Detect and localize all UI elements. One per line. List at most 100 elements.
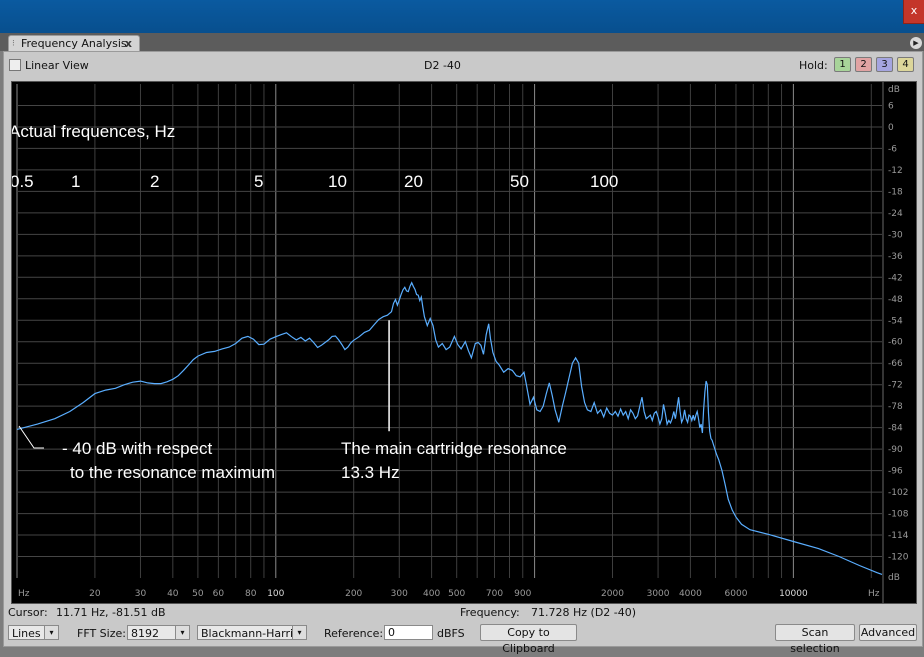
- cursor-value: 11.71 Hz, -81.51 dB: [56, 606, 166, 619]
- window-close-button[interactable]: x: [903, 0, 924, 24]
- linear-view-checkbox[interactable]: [9, 59, 21, 71]
- x-tick-label: 4000: [679, 589, 702, 599]
- y-tick-label: -6: [888, 144, 897, 154]
- y-tick-label: 0: [888, 123, 894, 133]
- panel-tabstrip: ⁝ Frequency Analysis x: [0, 33, 924, 52]
- right-note-line2: 13.3 Hz: [341, 463, 400, 482]
- window-function-select[interactable]: Blackmann-Harris ▾: [197, 625, 307, 640]
- x-tick-label: 300: [391, 589, 408, 599]
- fft-size-value: 8192: [131, 627, 159, 640]
- actual-freq-tick-1: 1: [71, 172, 80, 191]
- y-tick-label: -42: [888, 273, 903, 283]
- hold-button-4[interactable]: 4: [897, 57, 914, 72]
- spectrum-plot[interactable]: dB 6 0 -6 -12 -18 -24 -30 -36 -42 -48 -54 -60 -66 -72-…: [11, 81, 917, 604]
- panel-menu[interactable]: ▶: [888, 37, 922, 50]
- y-tick-label: -36: [888, 252, 903, 262]
- advanced-button[interactable]: Advanced: [859, 624, 917, 641]
- y-tick-label: -72: [888, 381, 903, 391]
- frequency-value: 71.728 Hz (D2 -40): [531, 606, 637, 619]
- y-tick-label: -90: [888, 445, 903, 455]
- fft-size-label: FFT Size:: [77, 627, 126, 640]
- y-tick-label: -78: [888, 402, 903, 412]
- window-function-value: Blackmann-Harris: [201, 627, 299, 640]
- x-tick-label: 200: [345, 589, 362, 599]
- x-tick-label: 100: [267, 589, 284, 599]
- x-tick-label: 80: [245, 589, 257, 599]
- spectrum-line: [16, 281, 883, 575]
- hold-button-1[interactable]: 1: [834, 57, 851, 72]
- frequency-analysis-panel: Linear View D2 -40 Hold: 1 2 3 4 dB 6 0 -6-…: [3, 51, 923, 655]
- y-tick-label: -54: [888, 316, 903, 326]
- tab-label: Frequency Analysis: [21, 37, 127, 50]
- right-note-line1: The main cartridge resonance: [341, 439, 567, 458]
- x-tick-label: 400: [423, 589, 440, 599]
- actual-freq-tick-5: 5: [254, 172, 263, 191]
- fft-size-select[interactable]: 8192 ▾: [127, 625, 190, 640]
- y-tick-label: -108: [888, 510, 909, 520]
- scan-selection-button[interactable]: Scan selection: [775, 624, 855, 655]
- left-note-line2: to the resonance maximum: [70, 463, 275, 482]
- actual-freq-tick-100: 100: [590, 172, 618, 191]
- y-tick-label: -120: [888, 553, 909, 563]
- actual-freq-tick-20: 20: [404, 172, 423, 191]
- y-tick-label: -24: [888, 209, 903, 219]
- x-axis-start-label: Hz: [18, 589, 30, 599]
- y-tick-label: -66: [888, 359, 903, 369]
- display-mode-value: Lines: [12, 627, 41, 640]
- tab-grip-icon[interactable]: ⁝: [12, 37, 15, 52]
- y-tick-label: -60: [888, 338, 903, 348]
- x-tick-label: 2000: [601, 589, 624, 599]
- x-tick-label: 60: [213, 589, 225, 599]
- tab-frequency-analysis[interactable]: ⁝ Frequency Analysis x: [8, 35, 140, 52]
- y-tick-label: -48: [888, 295, 903, 305]
- x-axis-end-label: Hz: [868, 589, 880, 599]
- chevron-down-icon[interactable]: ▾: [292, 626, 306, 639]
- hold-button-2[interactable]: 2: [855, 57, 872, 72]
- x-tick-label: 900: [514, 589, 531, 599]
- reference-input[interactable]: 0: [384, 625, 433, 640]
- y-tick-label: -30: [888, 230, 903, 240]
- window-titlebar: x: [0, 0, 924, 33]
- x-tick-label: 500: [448, 589, 465, 599]
- axis-layer: dB60-6-12-18-24-30-36-42-48-54-60-66-72-…: [18, 82, 909, 603]
- y-tick-label: -18: [888, 187, 903, 197]
- grid-layer: [16, 84, 882, 578]
- y-tick-label: -114: [888, 531, 909, 541]
- tab-close-icon[interactable]: x: [125, 36, 132, 51]
- x-tick-label: 10000: [779, 589, 808, 599]
- x-tick-label: 3000: [647, 589, 670, 599]
- copy-to-clipboard-button[interactable]: Copy to Clipboard: [480, 624, 577, 655]
- y-axis-unit-bottom: dB: [888, 573, 900, 583]
- x-tick-label: 50: [192, 589, 204, 599]
- y-tick-label: -12: [888, 166, 903, 176]
- x-tick-label: 40: [167, 589, 179, 599]
- chevron-down-icon[interactable]: ▾: [175, 626, 189, 639]
- actual-frequencies-title: Actual frequences, Hz: [12, 122, 175, 141]
- cursor-label: Cursor:: [8, 606, 48, 619]
- actual-freq-tick-10: 10: [328, 172, 347, 191]
- x-tick-label: 700: [486, 589, 503, 599]
- actual-freq-tick-2: 2: [150, 172, 159, 191]
- display-mode-select[interactable]: Lines ▾: [8, 625, 59, 640]
- panel-menu-play-icon[interactable]: ▶: [910, 37, 922, 49]
- hold-button-3[interactable]: 3: [876, 57, 893, 72]
- status-bar: Cursor: 11.71 Hz, -81.51 dB Frequency: 7…: [4, 603, 922, 621]
- reference-unit: dBFS: [437, 627, 465, 640]
- x-tick-label: 30: [135, 589, 147, 599]
- y-tick-label: 6: [888, 101, 894, 111]
- y-tick-label: -96: [888, 467, 903, 477]
- actual-freq-tick-50: 50: [510, 172, 529, 191]
- options-bar: Linear View D2 -40 Hold: 1 2 3 4: [4, 52, 922, 76]
- y-tick-label: -102: [888, 488, 908, 498]
- analysis-title: D2 -40: [424, 59, 461, 72]
- left-note-line1: - 40 dB with respect: [62, 439, 213, 458]
- y-tick-label: -84: [888, 424, 903, 434]
- y-axis-unit-top: dB: [888, 85, 900, 95]
- hold-label: Hold:: [799, 59, 828, 72]
- reference-label: Reference:: [324, 627, 384, 640]
- frequency-label: Frequency:: [460, 606, 520, 619]
- spectrum-chart-svg[interactable]: dB60-6-12-18-24-30-36-42-48-54-60-66-72-…: [12, 82, 916, 603]
- chevron-down-icon[interactable]: ▾: [44, 626, 58, 639]
- control-bar: Lines ▾ FFT Size: 8192 ▾ Blackmann-Harri…: [4, 622, 922, 655]
- linear-view-label[interactable]: Linear View: [25, 59, 89, 72]
